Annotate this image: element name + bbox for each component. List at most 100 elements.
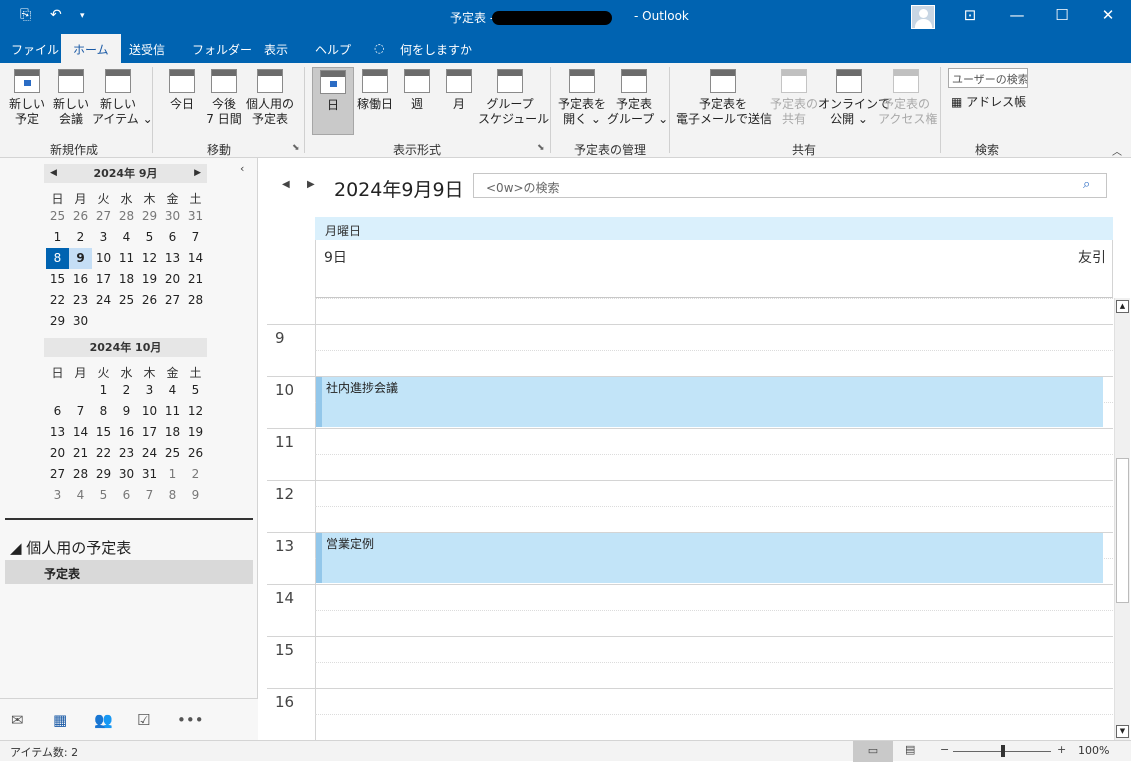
mini-calendar-day[interactable]: 5 <box>92 485 115 506</box>
mail-icon[interactable]: ✉ <box>11 711 24 729</box>
mini-calendar-day[interactable]: 24 <box>138 443 161 464</box>
next-month-icon[interactable]: ▶ <box>194 164 201 183</box>
mini-calendar-day[interactable]: 11 <box>115 248 138 269</box>
zoom-in-icon[interactable]: + <box>1057 743 1066 756</box>
mini-calendar-day[interactable]: 7 <box>184 227 207 248</box>
mini-calendar-day[interactable]: 6 <box>161 227 184 248</box>
collapse-pane-icon[interactable]: ‹ <box>240 162 244 175</box>
mini-calendar-day[interactable]: 27 <box>161 290 184 311</box>
mini-calendar-day[interactable]: 4 <box>69 485 92 506</box>
mini-calendar-day[interactable]: 26 <box>184 443 207 464</box>
appointment[interactable]: 社内進捗会議 <box>316 377 1103 427</box>
mini-calendar-day[interactable]: 19 <box>138 269 161 290</box>
view-work-week-button[interactable]: 稼働日 <box>356 63 394 137</box>
mini-calendar-day[interactable]: 1 <box>161 464 184 485</box>
mini-calendar-day[interactable]: 29 <box>92 464 115 485</box>
reading-view-icon[interactable]: ▤ <box>905 743 915 756</box>
ribbon-display-options-icon[interactable]: ⊡ <box>955 6 985 24</box>
mini-calendar-day[interactable]: 17 <box>92 269 115 290</box>
scroll-up-icon[interactable]: ▲ <box>1116 300 1129 313</box>
normal-view-icon[interactable]: ▭ <box>853 741 893 762</box>
tell-me-search[interactable]: 何をしますか <box>400 41 472 58</box>
dialog-launcher-icon[interactable]: ⬊ <box>292 143 300 153</box>
new-appointment-button[interactable]: 新しい 予定 <box>4 63 50 137</box>
tab-view[interactable]: 表示 <box>264 41 288 58</box>
next-7-days-button[interactable]: 今後 7 日間 <box>202 63 246 137</box>
mini-calendar-day[interactable]: 23 <box>69 290 92 311</box>
mini-calendar-day[interactable]: 17 <box>138 422 161 443</box>
new-meeting-button[interactable]: 新しい 会議 <box>50 63 92 137</box>
close-icon[interactable]: ✕ <box>1093 6 1123 24</box>
mini-calendar-day[interactable]: 3 <box>138 380 161 401</box>
zoom-out-icon[interactable]: − <box>940 743 949 756</box>
appointment[interactable]: 営業定例 <box>316 533 1103 583</box>
zoom-slider-thumb[interactable] <box>1001 745 1005 757</box>
mini-calendar-day[interactable]: 9 <box>115 401 138 422</box>
tab-send-receive[interactable]: 送受信 <box>129 41 165 58</box>
search-icon[interactable]: ⌕ <box>1083 177 1090 192</box>
tab-home[interactable]: ホーム <box>61 34 121 63</box>
mini-calendar-day[interactable]: 6 <box>115 485 138 506</box>
group-schedule-button[interactable]: グループ スケジュール <box>478 63 549 137</box>
tab-help[interactable]: ヘルプ <box>315 41 351 58</box>
share-calendar-button[interactable]: 予定表の 共有 <box>768 63 820 137</box>
mini-calendar-day[interactable]: 12 <box>138 248 161 269</box>
mini-calendar-day[interactable]: 12 <box>184 401 207 422</box>
mini-calendar-day[interactable]: 22 <box>46 290 69 311</box>
mini-calendar-day[interactable]: 26 <box>69 206 92 227</box>
mini-calendar-day[interactable]: 2 <box>69 227 92 248</box>
mini-calendar-day[interactable]: 28 <box>184 290 207 311</box>
previous-day-button[interactable]: ◀ <box>282 179 290 190</box>
mini-calendar-day[interactable]: 30 <box>161 206 184 227</box>
email-calendar-button[interactable]: 予定表を 電子メールで送信 <box>676 63 772 137</box>
scroll-thumb[interactable] <box>1116 458 1129 603</box>
mini-calendar-day[interactable]: 3 <box>92 227 115 248</box>
mini-calendar-day[interactable]: 27 <box>46 464 69 485</box>
time-grid[interactable]: 9 10 11 12 13 14 15 16 社内進捗会議 営業定例 <box>259 298 1113 740</box>
undo-icon[interactable]: ↶ <box>50 7 62 23</box>
calendar-folder-item[interactable]: 予定表 <box>5 560 253 584</box>
mini-calendar-day[interactable]: 22 <box>92 443 115 464</box>
mini-calendar-day[interactable]: 1 <box>92 380 115 401</box>
mini-calendar-day[interactable]: 5 <box>138 227 161 248</box>
mini-calendar-day[interactable]: 25 <box>161 443 184 464</box>
scroll-down-icon[interactable]: ▼ <box>1116 725 1129 738</box>
day-header[interactable]: 9日 友引 <box>315 240 1113 298</box>
mini-calendar-day[interactable]: 30 <box>115 464 138 485</box>
view-month-button[interactable]: 月 <box>440 63 478 137</box>
personal-calendar-button[interactable]: 個人用の 予定表 <box>246 63 294 137</box>
publish-online-button[interactable]: オンラインで 公開 ⌄ <box>818 63 890 137</box>
mini-calendar-day[interactable]: 18 <box>115 269 138 290</box>
mini-calendar-day[interactable]: 10 <box>138 401 161 422</box>
mini-calendar-day[interactable]: 3 <box>46 485 69 506</box>
today-button[interactable]: 今日 <box>162 63 202 137</box>
mini-calendar-day[interactable]: 1 <box>46 227 69 248</box>
customize-qat-icon[interactable]: ▾ <box>80 11 85 21</box>
mini-calendar-day[interactable]: 20 <box>161 269 184 290</box>
mini-calendar-day[interactable]: 24 <box>92 290 115 311</box>
mini-calendar-day[interactable]: 6 <box>46 401 69 422</box>
address-book-button[interactable]: ▦ アドレス帳 <box>951 93 1026 110</box>
mini-calendar-day[interactable]: 2 <box>115 380 138 401</box>
mini-calendar-day[interactable]: 8 <box>46 248 69 269</box>
mini-calendar-day[interactable]: 14 <box>69 422 92 443</box>
vertical-scrollbar[interactable]: ▲ ▼ <box>1114 298 1130 740</box>
mini-calendar-day[interactable]: 27 <box>92 206 115 227</box>
mini-calendar-day[interactable]: 10 <box>92 248 115 269</box>
send-receive-icon[interactable]: ⎘ <box>20 7 31 23</box>
tab-file[interactable]: ファイル <box>11 41 59 58</box>
mini-calendar-day[interactable]: 29 <box>46 311 69 332</box>
maximize-icon[interactable]: ☐ <box>1047 6 1077 24</box>
mini-calendar-day[interactable]: 14 <box>184 248 207 269</box>
mini-calendar-day[interactable]: 28 <box>69 464 92 485</box>
mini-calendar-day[interactable]: 26 <box>138 290 161 311</box>
mini-calendar-day[interactable]: 28 <box>115 206 138 227</box>
mini-calendar-day[interactable]: 25 <box>115 290 138 311</box>
dialog-launcher-icon[interactable]: ⬊ <box>537 143 545 153</box>
mini-calendar-day[interactable]: 30 <box>69 311 92 332</box>
people-icon[interactable]: 👥 <box>94 711 113 729</box>
tasks-icon[interactable]: ☑ <box>137 711 150 729</box>
mini-calendar-day[interactable]: 13 <box>161 248 184 269</box>
mini-calendar-day[interactable]: 23 <box>115 443 138 464</box>
mini-calendar-day[interactable]: 16 <box>69 269 92 290</box>
